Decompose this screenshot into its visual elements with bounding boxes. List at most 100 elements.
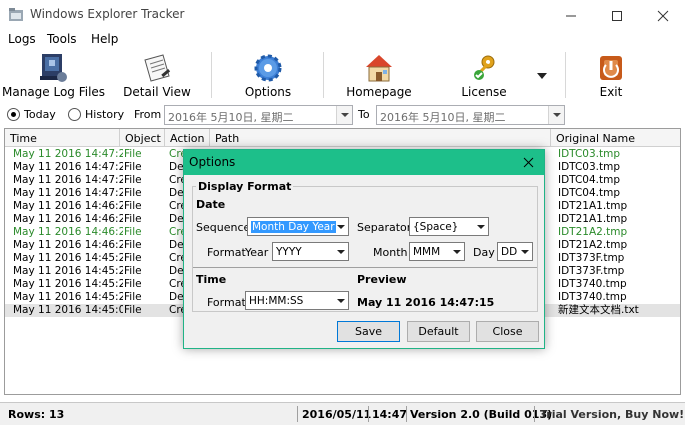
exit-button[interactable]: Exit	[585, 49, 637, 102]
chevron-down-icon[interactable]	[334, 292, 348, 309]
column-header-object[interactable]: Object	[120, 129, 165, 147]
chevron-down-icon[interactable]	[474, 218, 488, 235]
column-header-path[interactable]: Path	[210, 129, 551, 147]
row-count: Rows: 13	[8, 408, 65, 421]
license-button[interactable]: License	[451, 49, 517, 102]
cell-object: File	[124, 226, 142, 238]
gear-icon	[254, 54, 282, 82]
cell-object: File	[124, 200, 142, 212]
license-dropdown-arrow[interactable]	[536, 71, 548, 81]
minimize-button[interactable]	[548, 0, 594, 30]
date-heading: Date	[196, 198, 226, 211]
cell-original-name: IDT21A2.tmp	[558, 226, 628, 238]
status-time: 14:47	[372, 408, 408, 421]
toolbar-separator	[211, 52, 212, 98]
close-window-button[interactable]	[640, 0, 685, 30]
options-button[interactable]: Options	[236, 49, 300, 102]
menu-tools[interactable]: Tools	[47, 32, 77, 46]
column-header-original-name[interactable]: Original Name	[551, 129, 680, 147]
cell-time: May 11 2016 14:47:28	[13, 174, 123, 186]
year-select[interactable]: YYYY	[272, 242, 349, 261]
maximize-icon	[612, 11, 622, 21]
sequence-select[interactable]: Month Day Year	[247, 217, 349, 236]
chevron-down-icon[interactable]	[334, 243, 348, 260]
title-bar: Windows Explorer Tracker	[0, 0, 685, 30]
date-format-label: Format	[207, 246, 246, 259]
minimize-icon	[566, 15, 576, 17]
separator-select[interactable]: {Space}	[409, 217, 489, 236]
preview-value: May 11 2016 14:47:15	[357, 296, 495, 309]
chevron-down-icon[interactable]	[450, 243, 464, 260]
cell-object: File	[124, 291, 142, 303]
cell-original-name: IDT21A1.tmp	[558, 200, 628, 212]
cell-object: File	[124, 174, 142, 186]
status-separator	[534, 406, 535, 422]
history-radio[interactable]	[68, 108, 81, 121]
dialog-close-button[interactable]	[512, 150, 544, 175]
time-format-label: Format	[207, 296, 246, 309]
preview-heading: Preview	[357, 273, 407, 286]
to-label: To	[358, 108, 370, 121]
chevron-down-icon	[537, 73, 547, 79]
maximize-button[interactable]	[594, 0, 640, 30]
toolbar: Manage Log Files Detail View Options Hom…	[0, 49, 685, 102]
cell-time: May 11 2016 14:46:28	[13, 239, 123, 251]
cell-time: May 11 2016 14:46:28	[13, 213, 123, 225]
month-select[interactable]: MMM	[409, 242, 465, 261]
toolbar-separator	[323, 52, 324, 98]
month-label: Month	[373, 246, 408, 259]
cell-object: File	[124, 239, 142, 251]
trial-label[interactable]: Trial Version, Buy Now!	[540, 408, 684, 421]
chevron-down-icon[interactable]	[518, 243, 532, 260]
cell-time: May 11 2016 14:45:28	[13, 278, 123, 290]
year-label: Year	[245, 246, 269, 259]
chevron-down-icon[interactable]	[548, 106, 564, 124]
menu-help[interactable]: Help	[91, 32, 118, 46]
status-separator	[297, 406, 298, 422]
close-button[interactable]: Close	[476, 321, 539, 342]
cell-object: File	[124, 265, 142, 277]
day-select[interactable]: DD	[497, 242, 533, 261]
default-button[interactable]: Default	[407, 321, 470, 342]
cell-time: May 11 2016 14:45:28	[13, 252, 123, 264]
column-header-action[interactable]: Action	[165, 129, 210, 147]
to-date-picker[interactable]: 2016年 5月10日, 星期二	[376, 105, 565, 125]
today-radio[interactable]	[7, 108, 20, 121]
cell-original-name: IDT373F.tmp	[558, 265, 625, 277]
homepage-button[interactable]: Homepage	[344, 49, 414, 102]
cell-object: File	[124, 213, 142, 225]
cell-original-name: IDT373F.tmp	[558, 252, 625, 264]
cell-original-name: 新建文本文档.txt	[558, 304, 639, 316]
options-dialog: Options Display Format Date Sequence Mon…	[183, 149, 545, 349]
key-icon	[474, 55, 495, 80]
status-bar: Rows: 13 2016/05/11 14:47 Version 2.0 (B…	[0, 402, 685, 425]
cell-original-name: IDT21A1.tmp	[558, 213, 628, 225]
cell-object: File	[124, 252, 142, 264]
cell-time: May 11 2016 14:47:28	[13, 187, 123, 199]
cell-time: May 11 2016 14:47:28	[13, 161, 123, 173]
cell-original-name: IDTC03.tmp	[558, 161, 621, 173]
window-title: Windows Explorer Tracker	[30, 7, 185, 21]
cell-object: File	[124, 148, 142, 160]
cell-time: May 11 2016 14:45:28	[13, 265, 123, 277]
time-format-select[interactable]: HH:MM:SS	[245, 291, 349, 310]
status-separator	[406, 406, 407, 422]
dialog-title: Options	[189, 155, 236, 169]
column-header-time[interactable]: Time	[5, 129, 120, 147]
sequence-label: Sequence	[196, 221, 251, 234]
manage-log-files-button[interactable]: Manage Log Files	[2, 49, 105, 102]
cell-time: May 11 2016 14:46:28	[13, 200, 123, 212]
day-label: Day	[473, 246, 495, 259]
detail-view-button[interactable]: Detail View	[120, 49, 194, 102]
today-label: Today	[24, 108, 56, 121]
chevron-down-icon[interactable]	[334, 218, 348, 235]
toolbar-separator	[565, 52, 566, 98]
cell-time: May 11 2016 14:45:28	[13, 291, 123, 303]
menu-logs[interactable]: Logs	[8, 32, 36, 46]
cell-original-name: IDT3740.tmp	[558, 291, 627, 303]
chevron-down-icon[interactable]	[336, 106, 352, 124]
app-icon	[8, 7, 24, 23]
cell-original-name: IDT3740.tmp	[558, 278, 627, 290]
save-button[interactable]: Save	[337, 321, 400, 342]
from-date-picker[interactable]: 2016年 5月10日, 星期二	[164, 105, 353, 125]
